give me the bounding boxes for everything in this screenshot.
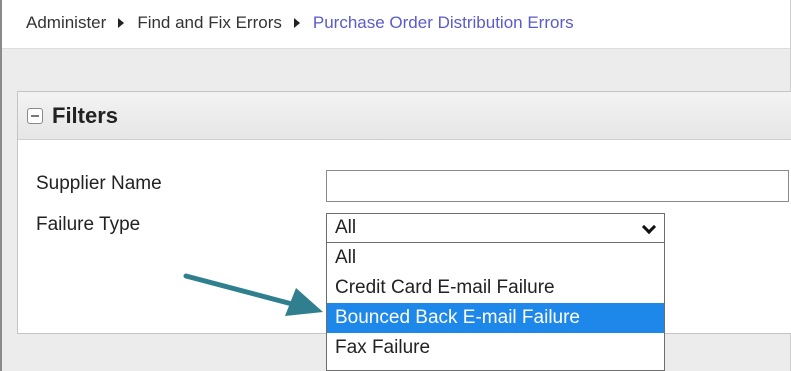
- supplier-name-input[interactable]: [326, 170, 789, 202]
- dropdown-option-credit-card-email-failure[interactable]: Credit Card E-mail Failure: [327, 273, 664, 303]
- failure-type-dropdown-list: All Credit Card E-mail Failure Bounced B…: [326, 243, 665, 371]
- filters-panel-header[interactable]: Filters: [18, 92, 791, 140]
- failure-type-selected-value: All: [335, 217, 357, 238]
- breadcrumb-item-administer[interactable]: Administer: [26, 13, 106, 33]
- breadcrumb-item-find-fix-errors[interactable]: Find and Fix Errors: [137, 13, 282, 33]
- breadcrumb-current-page: Purchase Order Distribution Errors: [312, 12, 574, 32]
- caret-right-icon: [118, 17, 125, 28]
- arrow-right-icon: [183, 273, 323, 316]
- filters-title: Filters: [52, 102, 119, 128]
- dropdown-option-bounced-back-email-failure[interactable]: Bounced Back E-mail Failure: [327, 303, 664, 333]
- failure-type-select[interactable]: All: [326, 213, 665, 243]
- chevron-down-icon: [641, 219, 657, 235]
- supplier-name-label: Supplier Name: [36, 173, 162, 194]
- breadcrumb: Administer Find and Fix Errors Purchase …: [2, 0, 790, 49]
- caret-right-icon: [293, 17, 300, 28]
- dropdown-option-all[interactable]: All: [327, 243, 664, 273]
- minus-square-icon[interactable]: [27, 107, 43, 124]
- dropdown-option-fax-failure[interactable]: Fax Failure: [327, 333, 664, 363]
- failure-type-label: Failure Type: [36, 214, 141, 235]
